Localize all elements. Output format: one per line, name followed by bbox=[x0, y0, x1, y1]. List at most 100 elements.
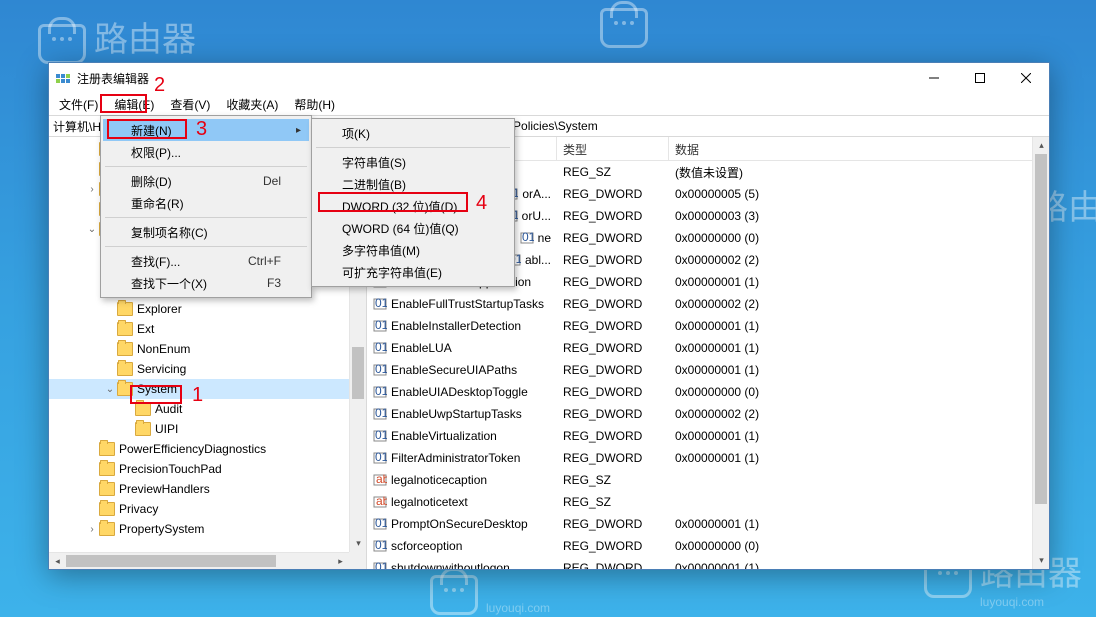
menu-item[interactable]: 二进制值(B) bbox=[314, 173, 512, 195]
list-row[interactable]: 011EnableUIADesktopToggleREG_DWORD0x0000… bbox=[367, 381, 1049, 403]
value-type: REG_DWORD bbox=[557, 319, 669, 333]
folder-icon bbox=[117, 322, 133, 336]
value-type: REG_DWORD bbox=[557, 363, 669, 377]
binary-value-icon: 011 bbox=[373, 341, 387, 355]
tree-item[interactable]: NonEnum bbox=[49, 339, 366, 359]
tree-item[interactable]: PrecisionTouchPad bbox=[49, 459, 366, 479]
folder-icon bbox=[117, 382, 133, 396]
value-name: legalnoticetext bbox=[391, 495, 468, 509]
value-data: 0x00000003 (3) bbox=[669, 209, 1049, 223]
tree-item[interactable]: Ext bbox=[49, 319, 366, 339]
menu-item[interactable]: QWORD (64 位)值(Q) bbox=[314, 217, 512, 239]
menu-item[interactable]: DWORD (32 位)值(D) bbox=[314, 195, 512, 217]
value-type: REG_SZ bbox=[557, 165, 669, 179]
value-name: abl... bbox=[525, 253, 551, 267]
menu-item[interactable]: 复制项名称(C) bbox=[103, 221, 309, 243]
menu-item[interactable]: 字符串值(S) bbox=[314, 151, 512, 173]
chevron-icon[interactable]: ⌄ bbox=[85, 224, 99, 235]
tree-horizontal-scrollbar[interactable]: ◂ ▸ bbox=[49, 552, 349, 569]
menu-item[interactable]: 可扩充字符串值(E) bbox=[314, 261, 512, 283]
svg-text:011: 011 bbox=[375, 451, 387, 464]
tree-item[interactable]: UIPI bbox=[49, 419, 366, 439]
value-type: REG_DWORD bbox=[557, 297, 669, 311]
menu-item[interactable]: 多字符串值(M) bbox=[314, 239, 512, 261]
menubar-item[interactable]: 收藏夹(A) bbox=[220, 94, 284, 115]
value-data: 0x00000001 (1) bbox=[669, 275, 1049, 289]
folder-icon bbox=[117, 362, 133, 376]
tree-item[interactable]: Audit bbox=[49, 399, 366, 419]
col-header-data[interactable]: 数据 bbox=[669, 137, 1049, 160]
list-row[interactable]: 011EnableSecureUIAPathsREG_DWORD0x000000… bbox=[367, 359, 1049, 381]
tree-item[interactable]: PowerEfficiencyDiagnostics bbox=[49, 439, 366, 459]
binary-value-icon: 011 bbox=[373, 407, 387, 421]
edit-menu-dropdown[interactable]: 新建(N)▸权限(P)... 删除(D)Del重命名(R) 复制项名称(C) 查找(F… bbox=[100, 115, 312, 298]
tree-item[interactable]: Privacy bbox=[49, 499, 366, 519]
folder-icon bbox=[135, 402, 151, 416]
menubar-item[interactable]: 编辑(E) bbox=[108, 94, 160, 115]
binary-value-icon: 011 bbox=[373, 517, 387, 531]
value-data: 0x00000002 (2) bbox=[669, 253, 1049, 267]
tree-item[interactable]: PreviewHandlers bbox=[49, 479, 366, 499]
menu-item[interactable]: 新建(N)▸ bbox=[103, 119, 309, 141]
menu-item[interactable]: 查找下一个(X)F3 bbox=[103, 272, 309, 294]
list-row[interactable]: 011scforceoptionREG_DWORD0x00000000 (0) bbox=[367, 535, 1049, 557]
list-row[interactable]: 011EnableVirtualizationREG_DWORD0x000000… bbox=[367, 425, 1049, 447]
tree-label: Privacy bbox=[119, 502, 158, 516]
value-type: REG_DWORD bbox=[557, 341, 669, 355]
chevron-icon[interactable]: › bbox=[85, 524, 99, 535]
binary-value-icon: 011 bbox=[373, 539, 387, 553]
menubar: 文件(F)编辑(E)查看(V)收藏夹(A)帮助(H) bbox=[49, 93, 1049, 115]
new-submenu-dropdown[interactable]: 项(K) 字符串值(S)二进制值(B)DWORD (32 位)值(D)QWORD … bbox=[311, 118, 515, 287]
chevron-icon[interactable]: › bbox=[85, 184, 99, 195]
menubar-item[interactable]: 查看(V) bbox=[164, 94, 216, 115]
list-row[interactable]: ablegalnoticecaptionREG_SZ bbox=[367, 469, 1049, 491]
menubar-item[interactable]: 帮助(H) bbox=[288, 94, 341, 115]
svg-text:011: 011 bbox=[375, 341, 387, 354]
string-value-icon: ab bbox=[373, 495, 387, 509]
value-data: 0x00000001 (1) bbox=[669, 451, 1049, 465]
menubar-item[interactable]: 文件(F) bbox=[53, 94, 104, 115]
list-row[interactable]: ablegalnoticetextREG_SZ bbox=[367, 491, 1049, 513]
watermark-brand: 路由器 bbox=[94, 12, 196, 61]
tree-item[interactable]: ⌄System bbox=[49, 379, 366, 399]
menu-item[interactable]: 重命名(R) bbox=[103, 192, 309, 214]
menu-item[interactable]: 删除(D)Del bbox=[103, 170, 309, 192]
list-vertical-scrollbar[interactable]: ▴ ▾ bbox=[1032, 137, 1049, 569]
maximize-button[interactable] bbox=[957, 63, 1003, 93]
svg-text:011: 011 bbox=[375, 363, 387, 376]
list-row[interactable]: 011FilterAdministratorTokenREG_DWORD0x00… bbox=[367, 447, 1049, 469]
value-data: (数值未设置) bbox=[669, 164, 1049, 181]
tree-item[interactable]: Explorer bbox=[49, 299, 366, 319]
tree-item[interactable]: Servicing bbox=[49, 359, 366, 379]
svg-text:011: 011 bbox=[522, 231, 534, 244]
list-row[interactable]: 011EnableInstallerDetectionREG_DWORD0x00… bbox=[367, 315, 1049, 337]
value-type: REG_DWORD bbox=[557, 187, 669, 201]
list-row[interactable]: 011shutdownwithoutlogonREG_DWORD0x000000… bbox=[367, 557, 1049, 569]
col-header-type[interactable]: 类型 bbox=[557, 137, 669, 160]
value-name: EnableSecureUIAPaths bbox=[391, 363, 517, 377]
minimize-button[interactable] bbox=[911, 63, 957, 93]
close-button[interactable] bbox=[1003, 63, 1049, 93]
value-type: REG_DWORD bbox=[557, 517, 669, 531]
folder-icon bbox=[99, 522, 115, 536]
binary-value-icon: 011 bbox=[373, 297, 387, 311]
menu-item[interactable]: 权限(P)... bbox=[103, 141, 309, 163]
value-type: REG_DWORD bbox=[557, 429, 669, 443]
value-data: 0x00000002 (2) bbox=[669, 297, 1049, 311]
menu-item[interactable]: 项(K) bbox=[314, 122, 512, 144]
svg-text:011: 011 bbox=[375, 297, 387, 310]
tree-label: NonEnum bbox=[137, 342, 190, 356]
list-row[interactable]: 011EnableFullTrustStartupTasksREG_DWORD0… bbox=[367, 293, 1049, 315]
folder-icon bbox=[99, 462, 115, 476]
titlebar: 注册表编辑器 bbox=[49, 63, 1049, 93]
chevron-icon[interactable]: ⌄ bbox=[103, 384, 117, 395]
list-row[interactable]: 011EnableLUAREG_DWORD0x00000001 (1) bbox=[367, 337, 1049, 359]
svg-text:ab: ab bbox=[376, 495, 387, 508]
value-type: REG_DWORD bbox=[557, 231, 669, 245]
list-row[interactable]: 011PromptOnSecureDesktopREG_DWORD0x00000… bbox=[367, 513, 1049, 535]
tree-item[interactable]: ›PropertySystem bbox=[49, 519, 366, 539]
folder-icon bbox=[99, 502, 115, 516]
menu-item[interactable]: 查找(F)...Ctrl+F bbox=[103, 250, 309, 272]
tree-label: Audit bbox=[155, 402, 182, 416]
list-row[interactable]: 011EnableUwpStartupTasksREG_DWORD0x00000… bbox=[367, 403, 1049, 425]
